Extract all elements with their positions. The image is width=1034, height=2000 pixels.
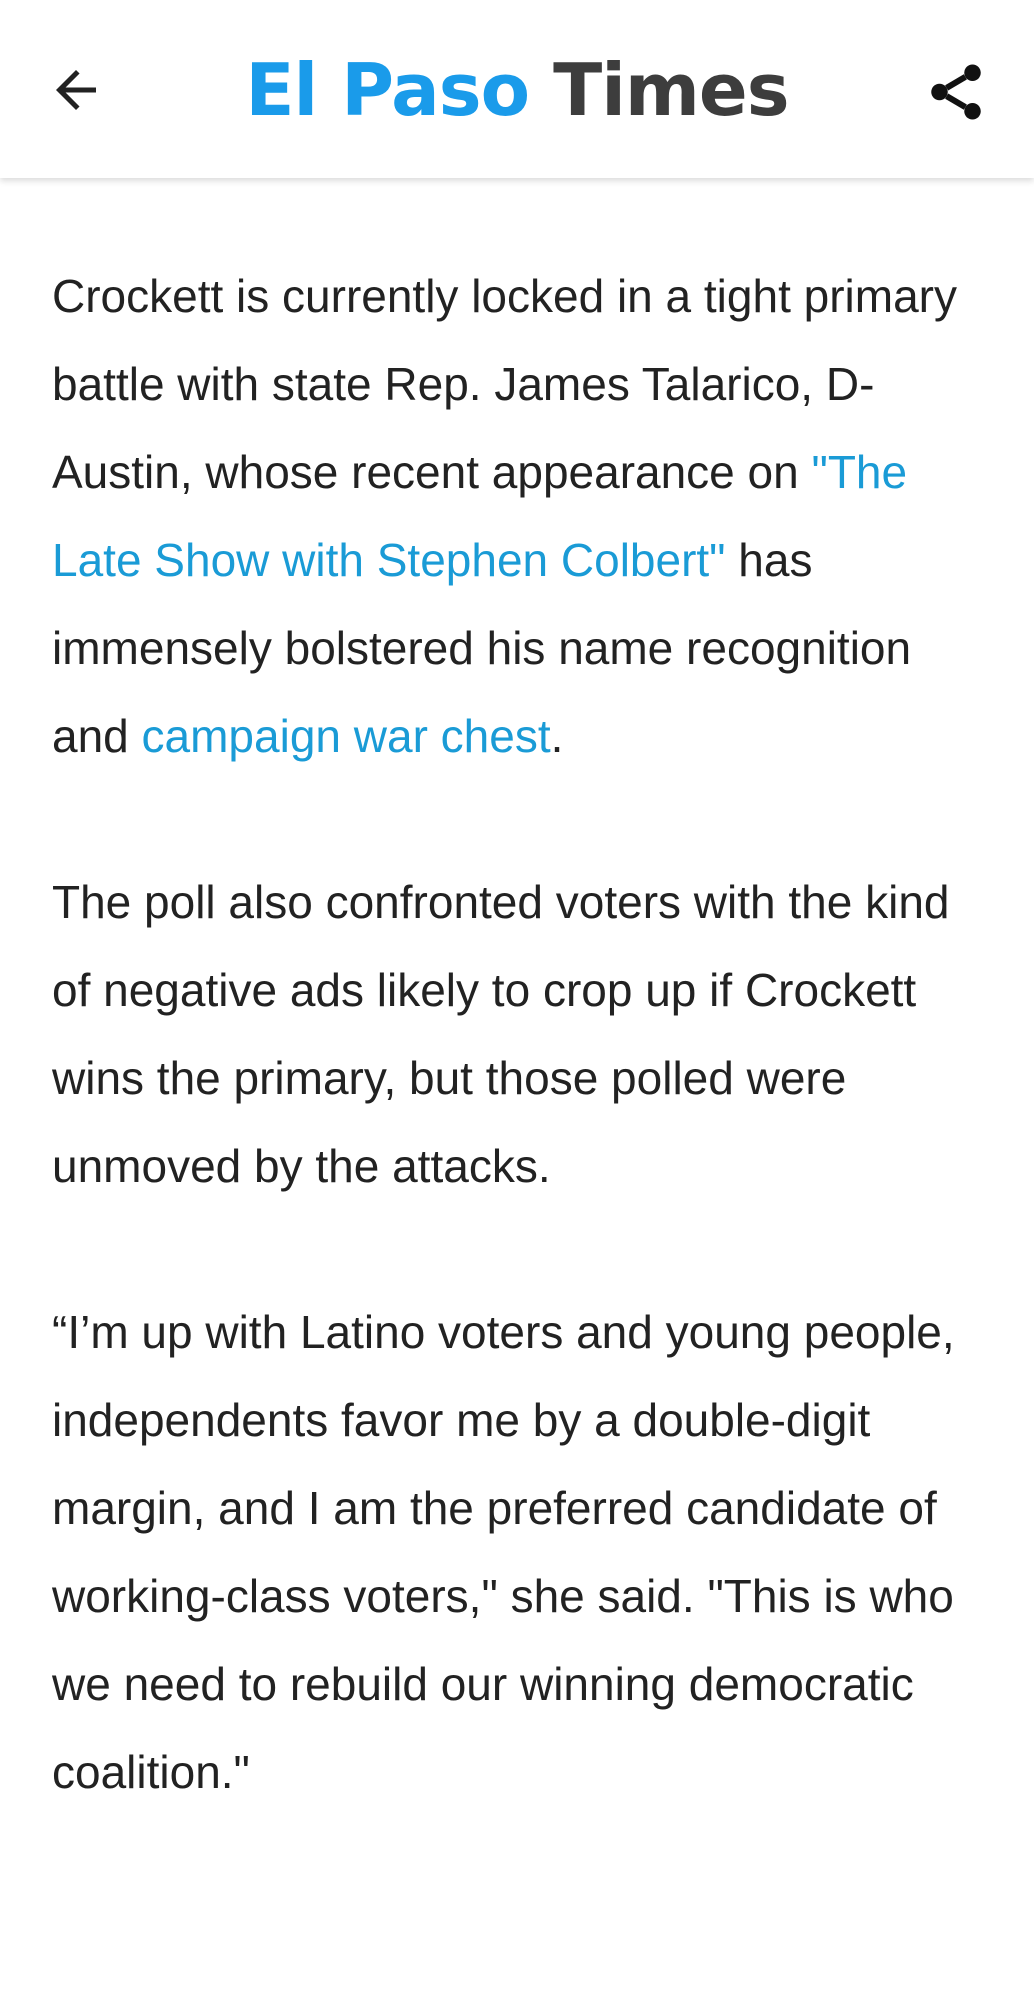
article-paragraph-1: Crockett is currently locked in a tight …	[52, 252, 996, 780]
article-body: Crockett is currently locked in a tight …	[52, 252, 996, 1894]
article-paragraph-3: “I’m up with Latino voters and young peo…	[52, 1306, 955, 1798]
logo-text-times: Times	[553, 48, 790, 132]
share-icon	[931, 64, 981, 120]
paragraph-text: .	[550, 710, 564, 762]
link-campaign-war-chest[interactable]: campaign war chest	[142, 710, 551, 762]
share-button[interactable]	[916, 52, 996, 132]
app-bar: El Paso Times	[0, 0, 1034, 178]
logo-text-el-paso: El Paso	[245, 48, 530, 132]
site-logo[interactable]: El Paso Times	[0, 38, 1034, 142]
article-paragraph-2: The poll also confronted voters with the…	[52, 876, 950, 1192]
